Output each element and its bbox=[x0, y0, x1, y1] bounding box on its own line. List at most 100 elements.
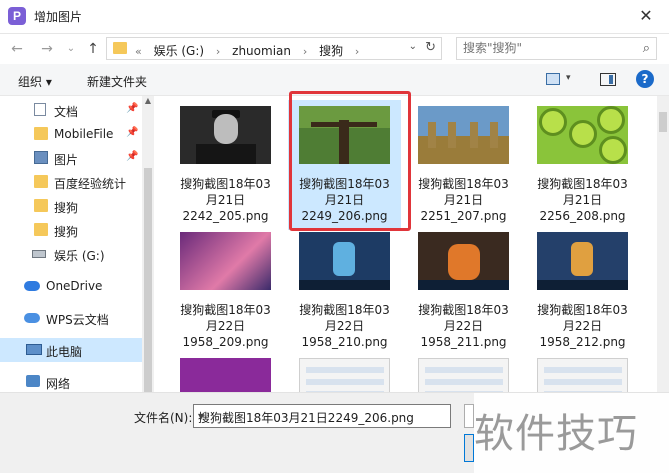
folder-icon bbox=[34, 127, 48, 140]
sidebar-item-label: 网络 bbox=[46, 377, 71, 391]
preview-pane-icon[interactable] bbox=[600, 73, 616, 86]
document-icon bbox=[34, 103, 46, 116]
file-grid-scrollbar[interactable] bbox=[657, 96, 669, 392]
help-icon[interactable]: ? bbox=[636, 70, 654, 88]
view-dropdown-icon[interactable]: ▾ bbox=[566, 73, 571, 83]
address-dropdown-icon[interactable]: ⌄ bbox=[409, 41, 417, 52]
thumbnail-detail bbox=[214, 114, 238, 144]
file-item[interactable]: 搜狗截图18年03 月21日 2256_208.png bbox=[526, 100, 639, 230]
close-button[interactable]: ✕ bbox=[631, 4, 661, 28]
file-name-line: 搜狗截图18年03 bbox=[418, 177, 509, 191]
pin-icon: 📌 bbox=[126, 103, 139, 114]
search-box[interactable]: ⌕ bbox=[456, 37, 657, 60]
open-button[interactable] bbox=[464, 434, 474, 462]
file-item[interactable]: 搜狗截图18年03 月21日 2242_205.png bbox=[169, 100, 282, 230]
file-name-line: 搜狗截图18年03 bbox=[180, 177, 271, 191]
file-name: 搜狗截图18年03 月22日 1958_211.png bbox=[407, 302, 520, 350]
image-thumbnail bbox=[299, 232, 390, 290]
thumbnail-detail bbox=[333, 242, 355, 276]
file-type-select[interactable] bbox=[464, 404, 474, 428]
image-thumbnail bbox=[418, 106, 509, 164]
thumbnail-detail bbox=[470, 122, 478, 148]
thumbnail-detail bbox=[448, 244, 480, 280]
thumbnail-detail bbox=[448, 122, 456, 148]
folder-icon bbox=[34, 175, 48, 188]
thumbnail-detail bbox=[537, 280, 628, 290]
breadcrumb-item-drive[interactable]: 娱乐 (G:) bbox=[154, 44, 205, 58]
sidebar-item-sougou[interactable]: 搜狗 bbox=[0, 194, 142, 218]
sidebar-item-documents[interactable]: 文档 📌 bbox=[0, 98, 142, 122]
sidebar-item-baidu-stats[interactable]: 百度经验统计 bbox=[0, 170, 142, 194]
breadcrumb-item-zhuomian[interactable]: zhuomian bbox=[232, 44, 291, 58]
file-name-line: 1958_209.png bbox=[182, 335, 269, 349]
sidebar-item-label: WPS云文档 bbox=[46, 313, 109, 327]
file-item[interactable]: 搜狗截图18年03 月22日 1958_209.png bbox=[169, 226, 282, 356]
sidebar-item-drive-g[interactable]: 娱乐 (G:) bbox=[0, 242, 142, 266]
view-mode-icon[interactable] bbox=[546, 73, 560, 85]
breadcrumb-overflow[interactable]: « bbox=[135, 45, 142, 58]
file-item[interactable] bbox=[526, 352, 639, 392]
organize-button[interactable]: 组织 ▾ bbox=[18, 73, 52, 90]
thumbnail-detail bbox=[544, 379, 622, 385]
file-item[interactable]: 搜狗截图18年03 月22日 1958_211.png bbox=[407, 226, 520, 356]
chevron-right-icon[interactable]: › bbox=[216, 45, 220, 58]
file-name-line: 1958_210.png bbox=[301, 335, 388, 349]
image-thumbnail bbox=[418, 358, 509, 392]
watermark-text: 软件技巧 bbox=[474, 411, 638, 457]
back-button[interactable]: ← bbox=[8, 39, 26, 59]
breadcrumb-item-sougou[interactable]: 搜狗 bbox=[319, 44, 343, 58]
chevron-right-icon[interactable]: › bbox=[303, 45, 307, 58]
file-name-input[interactable]: 搜狗截图18年03月21日2249_206.png ▾ bbox=[193, 404, 451, 428]
file-name: 搜狗截图18年03 月21日 2251_207.png bbox=[407, 176, 520, 224]
sidebar-item-pictures[interactable]: 图片 📌 bbox=[0, 146, 142, 170]
sidebar-scroll-thumb[interactable] bbox=[144, 168, 152, 392]
up-folder-button[interactable]: ↑ bbox=[84, 39, 102, 59]
file-item[interactable]: 搜狗截图18年03 月22日 1958_210.png bbox=[288, 226, 401, 356]
file-item[interactable] bbox=[169, 352, 282, 392]
image-thumbnail bbox=[537, 358, 628, 392]
file-name: 搜狗截图18年03 月21日 2256_208.png bbox=[526, 176, 639, 224]
sidebar-item-wps-cloud[interactable]: WPS云文档 bbox=[0, 306, 142, 330]
thumbnail-detail bbox=[306, 367, 384, 373]
file-item[interactable]: 搜狗截图18年03 月22日 1958_212.png bbox=[526, 226, 639, 356]
recent-locations-button[interactable]: ⌄ bbox=[62, 39, 80, 59]
address-bar[interactable]: « 娱乐 (G:) › zhuomian › 搜狗 › ⌄ ↻ bbox=[106, 37, 442, 60]
chevron-right-icon[interactable]: › bbox=[355, 45, 359, 58]
file-name-line: 搜狗截图18年03 bbox=[180, 303, 271, 317]
thumbnail-detail bbox=[571, 242, 593, 276]
file-name: 搜狗截图18年03 月22日 1958_212.png bbox=[526, 302, 639, 350]
new-folder-button[interactable]: 新建文件夹 bbox=[87, 73, 147, 90]
breadcrumb: « 娱乐 (G:) › zhuomian › 搜狗 › bbox=[135, 42, 367, 59]
forward-button[interactable]: → bbox=[38, 39, 56, 59]
sidebar-item-sougou-2[interactable]: 搜狗 bbox=[0, 218, 142, 242]
watermark: 软件技巧 bbox=[474, 393, 669, 473]
search-input[interactable] bbox=[463, 41, 628, 55]
refresh-icon[interactable]: ↻ bbox=[425, 40, 436, 55]
sidebar-item-label: MobileFile bbox=[54, 127, 114, 141]
file-grid-scroll-thumb[interactable] bbox=[659, 112, 667, 132]
image-thumbnail bbox=[180, 106, 271, 164]
thumbnail-detail bbox=[599, 136, 627, 164]
thumbnail-detail bbox=[428, 122, 436, 148]
thumbnail-detail bbox=[539, 108, 567, 136]
cloud-icon bbox=[24, 281, 40, 291]
file-name-label: 文件名(N): bbox=[134, 411, 193, 425]
sidebar-item-mobilefile[interactable]: MobileFile 📌 bbox=[0, 122, 142, 146]
sidebar-item-onedrive[interactable]: OneDrive bbox=[0, 274, 142, 298]
navigation-pane: 文档 📌 MobileFile 📌 图片 📌 百度经验统计 搜狗 搜狗 娱乐 (… bbox=[0, 96, 154, 392]
file-item[interactable]: 搜狗截图18年03 月21日 2251_207.png bbox=[407, 100, 520, 230]
sidebar-item-network[interactable]: 网络 bbox=[0, 370, 142, 394]
chevron-down-icon[interactable]: ▾ bbox=[198, 409, 446, 423]
thumbnail-detail bbox=[196, 144, 256, 164]
thumbnail-detail bbox=[597, 106, 625, 134]
sidebar-item-this-pc[interactable]: 此电脑 bbox=[0, 338, 142, 362]
thumbnail-detail bbox=[299, 280, 390, 290]
scroll-up-icon[interactable]: ▲ bbox=[142, 96, 154, 108]
search-icon[interactable]: ⌕ bbox=[643, 41, 650, 56]
file-name-line: 1958_211.png bbox=[420, 335, 507, 349]
computer-icon bbox=[26, 344, 42, 355]
file-item[interactable] bbox=[288, 352, 401, 392]
drive-icon bbox=[32, 250, 46, 258]
sidebar-item-label: 搜狗 bbox=[54, 225, 79, 239]
file-item[interactable] bbox=[407, 352, 520, 392]
